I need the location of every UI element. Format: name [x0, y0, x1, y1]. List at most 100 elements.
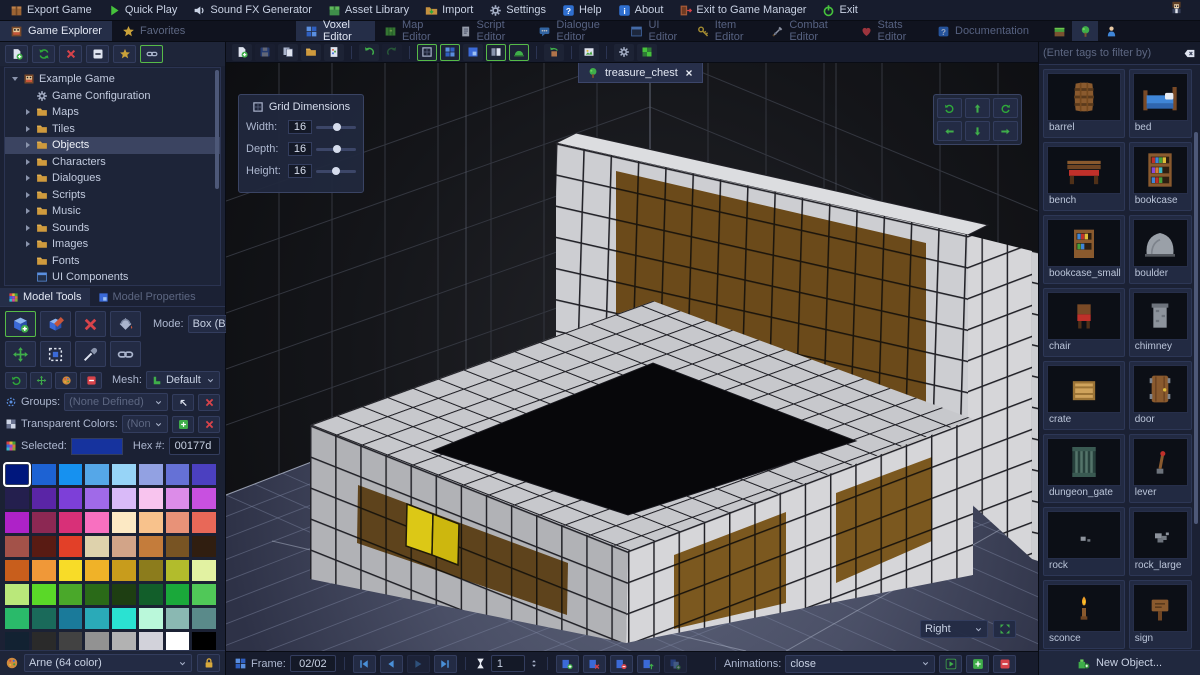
- palette-swatch-33[interactable]: [31, 560, 56, 581]
- object-card-door[interactable]: door: [1128, 361, 1192, 430]
- palette-swatch-13[interactable]: [138, 488, 163, 509]
- favorite-button[interactable]: [113, 45, 136, 63]
- move-down-button[interactable]: [965, 121, 990, 141]
- toggle-split-view-button[interactable]: [486, 43, 506, 61]
- menu-item-about[interactable]: i About: [610, 0, 672, 20]
- viewport-settings-button[interactable]: [614, 43, 634, 61]
- menu-item-export-game[interactable]: Export Game: [2, 0, 100, 20]
- menu-item-quick-play[interactable]: Quick Play: [100, 0, 186, 20]
- tree-item-game-configuration[interactable]: Game Configuration: [5, 88, 220, 105]
- tab-ui-editor[interactable]: UI Editor: [621, 19, 687, 43]
- grid-height-value[interactable]: 16: [288, 164, 312, 178]
- palette-swatch-3[interactable]: [85, 464, 109, 485]
- delete-frame-button[interactable]: [609, 654, 633, 673]
- tab-stats-editor[interactable]: Stats Editor: [851, 19, 928, 43]
- palette-swatch-41[interactable]: [31, 584, 56, 605]
- delete-button[interactable]: [59, 45, 82, 63]
- tree-item-ui-components[interactable]: UI Components: [5, 269, 220, 285]
- duplicate-frame-button[interactable]: [663, 654, 687, 673]
- palette-swatch-47[interactable]: [192, 584, 216, 605]
- toggle-mirror-button[interactable]: [440, 43, 460, 61]
- transparent-colors-select[interactable]: (None): [121, 415, 168, 433]
- mirror-button[interactable]: [110, 341, 141, 367]
- palette-swatch-36[interactable]: [112, 560, 136, 581]
- palette-swatch-38[interactable]: [165, 560, 190, 581]
- object-card-dungeon_gate[interactable]: dungeon_gate: [1043, 434, 1125, 503]
- palette-swatch-21[interactable]: [138, 512, 163, 533]
- tree-expand-arrow[interactable]: [24, 191, 32, 198]
- palette-swatch-6[interactable]: [165, 464, 190, 485]
- palette-select[interactable]: Arne (64 color): [24, 654, 192, 672]
- toggle-lighting-button[interactable]: [509, 43, 529, 61]
- rotate-cw-button[interactable]: [993, 98, 1018, 118]
- screenshot-button[interactable]: [579, 43, 599, 61]
- tag-filter-input[interactable]: (Enter tags to filter by): [1039, 42, 1200, 65]
- palette-swatch-7[interactable]: [192, 464, 216, 485]
- refresh-button[interactable]: [32, 45, 55, 63]
- move-up-button[interactable]: [965, 98, 990, 118]
- object-card-bed[interactable]: bed: [1128, 69, 1192, 138]
- tree-item-dialogues[interactable]: Dialogues: [5, 170, 220, 187]
- tree-scrollbar[interactable]: [215, 70, 219, 190]
- object-card-chimney[interactable]: chimney: [1128, 288, 1192, 357]
- palette-swatch-23[interactable]: [192, 512, 216, 533]
- remove-button[interactable]: [80, 371, 102, 389]
- tree-item-images[interactable]: Images: [5, 236, 220, 253]
- palette-swatch-42[interactable]: [58, 584, 83, 605]
- palette-swatch-45[interactable]: [138, 584, 163, 605]
- palette-swatch-32[interactable]: [5, 560, 29, 581]
- tree-expand-arrow[interactable]: [24, 175, 32, 182]
- grid-height-slider[interactable]: [316, 166, 356, 176]
- add-animation-button[interactable]: [966, 654, 990, 673]
- tree-item-sounds[interactable]: Sounds: [5, 220, 220, 237]
- palette-swatch-39[interactable]: [192, 560, 216, 581]
- slider-knob[interactable]: [332, 123, 341, 131]
- menu-item-sound-fx-generator[interactable]: Sound FX Generator: [185, 0, 320, 20]
- grid-depth-value[interactable]: 16: [288, 142, 312, 156]
- first-frame-button[interactable]: [352, 654, 376, 673]
- object-card-bookcase_small[interactable]: bookcase_small: [1043, 215, 1125, 284]
- palette-swatch-16[interactable]: [5, 512, 29, 533]
- palette-swatch-54[interactable]: [165, 608, 190, 629]
- palette-swatch-15[interactable]: [192, 488, 216, 509]
- palette-swatch-22[interactable]: [165, 512, 190, 533]
- slider-knob[interactable]: [332, 145, 341, 153]
- palette-swatch-17[interactable]: [31, 512, 56, 533]
- rotate-ccw-button[interactable]: [937, 98, 962, 118]
- redo-button[interactable]: [382, 43, 402, 61]
- link-ids-button[interactable]: [140, 45, 163, 63]
- tab-script-editor[interactable]: Script Editor: [450, 19, 530, 43]
- tree-expand-arrow[interactable]: [24, 142, 32, 149]
- palette-swatch-50[interactable]: [58, 608, 83, 629]
- duplicate-model-button[interactable]: [278, 43, 298, 61]
- eyedropper-button[interactable]: [75, 341, 106, 367]
- palette-swatch-14[interactable]: [165, 488, 190, 509]
- object-card-crate[interactable]: crate: [1043, 361, 1125, 430]
- tree-item-fonts[interactable]: Fonts: [5, 253, 220, 270]
- palette-swatch-0[interactable]: [3, 462, 31, 487]
- palette-swatch-4[interactable]: [112, 464, 136, 485]
- erase-voxel-button[interactable]: [75, 311, 106, 337]
- mirror-axis-button[interactable]: [463, 43, 483, 61]
- tree-expand-arrow[interactable]: [24, 208, 32, 215]
- object-card-rock_large[interactable]: rock_large: [1128, 507, 1192, 576]
- tree-expand-arrow[interactable]: [24, 241, 32, 248]
- clear-frame-button[interactable]: [582, 654, 606, 673]
- tree-expand-arrow[interactable]: [24, 158, 32, 165]
- slider-knob[interactable]: [332, 167, 340, 175]
- tab-combat-editor[interactable]: Combat Editor: [762, 19, 850, 43]
- pick-group-button[interactable]: [172, 393, 194, 411]
- tree-expand-arrow[interactable]: [24, 224, 32, 231]
- palette-swatch-12[interactable]: [112, 488, 136, 509]
- play-animation-button[interactable]: [939, 654, 963, 673]
- palette-swatch-35[interactable]: [85, 560, 109, 581]
- groups-select[interactable]: (None Defined): [64, 393, 168, 411]
- palette-swatch-55[interactable]: [192, 608, 216, 629]
- rotate-object-button[interactable]: [544, 43, 564, 61]
- add-frame-button[interactable]: [555, 654, 579, 673]
- grid-depth-slider[interactable]: [316, 144, 356, 154]
- recolor-button[interactable]: [55, 371, 77, 389]
- remove-transparent-color-button[interactable]: [198, 415, 220, 433]
- move-voxels-button[interactable]: [5, 341, 36, 367]
- palette-swatch-5[interactable]: [138, 464, 163, 485]
